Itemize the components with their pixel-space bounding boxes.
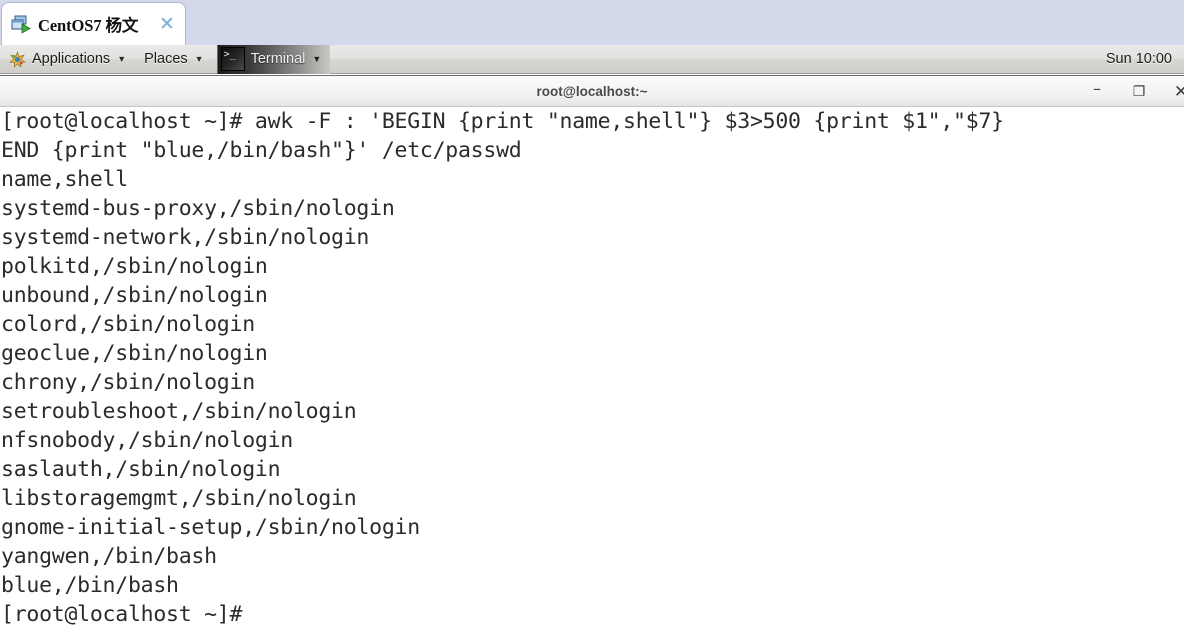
places-menu-label: Places [144,51,188,67]
terminal-line: name,shell [1,167,128,192]
terminal-line: systemd-bus-proxy,/sbin/nologin [1,196,395,221]
terminal-line: geoclue,/sbin/nologin [1,341,268,366]
terminal-titlebar[interactable]: root@localhost:~ – ❐ ✕ [0,75,1184,107]
terminal-window: root@localhost:~ – ❐ ✕ [root@localhost ~… [0,75,1184,635]
terminal-line: polkitd,/sbin/nologin [1,254,268,279]
terminal-line: [root@localhost ~]# awk -F : 'BEGIN {pri… [1,109,1004,134]
chevron-down-icon: ▼ [117,54,127,64]
terminal-window-button[interactable]: >_ Terminal ▼ [216,44,331,74]
vm-tab-centos7[interactable]: CentOS7 杨文 ✕ [2,3,185,45]
minimize-button[interactable]: – [1088,81,1106,101]
terminal-line: saslauth,/sbin/nologin [1,457,281,482]
terminal-line: gnome-initial-setup,/sbin/nologin [1,515,420,540]
terminal-line: chrony,/sbin/nologin [1,370,255,395]
window-controls: – ❐ ✕ [1088,76,1184,108]
virtual-machine-icon [11,15,31,34]
terminal-line: [root@localhost ~]# [1,602,243,627]
applications-menu-label: Applications [32,51,111,67]
terminal-line: blue,/bin/bash [1,573,179,598]
gnome-top-panel: Applications ▼ Places ▼ >_ Terminal ▼ Su… [0,44,1184,74]
maximize-button[interactable]: ❐ [1130,83,1148,101]
browser-tab-strip: CentOS7 杨文 ✕ [0,0,1184,45]
tab-title: CentOS7 杨文 [38,16,139,35]
chevron-down-icon: ▼ [312,54,322,64]
chevron-down-icon: ▼ [194,54,204,64]
terminal-icon: >_ [220,47,245,71]
terminal-line: nfsnobody,/sbin/nologin [1,428,293,453]
terminal-window-label: Terminal [250,51,306,67]
terminal-line: systemd-network,/sbin/nologin [1,225,370,250]
terminal-line: unbound,/sbin/nologin [1,283,268,308]
terminal-line: libstoragemgmt,/sbin/nologin [1,486,357,511]
terminal-title: root@localhost:~ [536,83,648,99]
terminal-line: END {print "blue,/bin/bash"}' /etc/passw… [1,138,522,163]
places-menu[interactable]: Places ▼ [135,45,212,74]
terminal-line: setroubleshoot,/sbin/nologin [1,399,357,424]
gnome-foot-icon [9,50,26,68]
terminal-line: colord,/sbin/nologin [1,312,255,337]
close-button[interactable]: ✕ [1172,82,1184,102]
close-icon[interactable]: ✕ [157,14,177,34]
terminal-line: yangwen,/bin/bash [1,544,217,569]
applications-menu[interactable]: Applications ▼ [0,45,135,74]
panel-clock[interactable]: Sun 10:00 [1106,51,1184,67]
terminal-text-area[interactable]: [root@localhost ~]# awk -F : 'BEGIN {pri… [0,107,1184,635]
